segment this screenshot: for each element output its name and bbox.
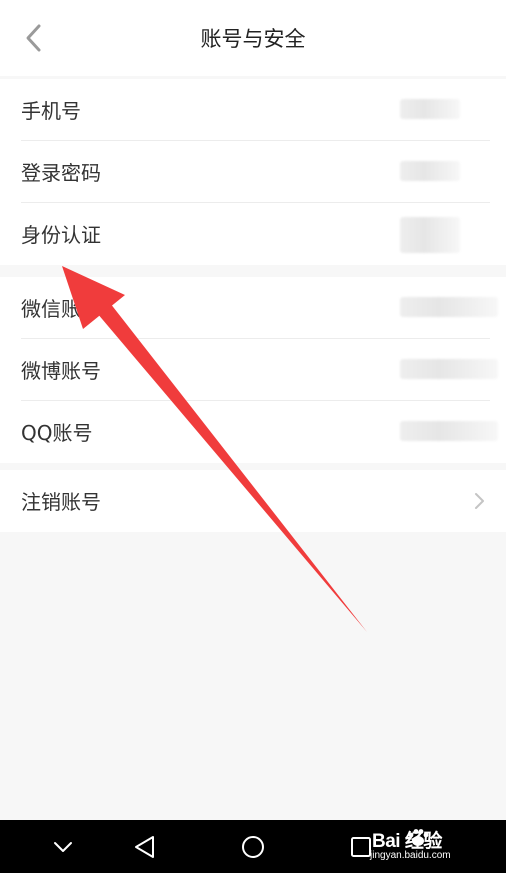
back-triangle-icon (135, 836, 154, 858)
row-label: 身份认证 (21, 223, 101, 247)
settings-group-identity: 手机号 登录密码 身份认证 (0, 79, 506, 265)
watermark: Bai 经验 jingyan.baidu.com (368, 826, 480, 866)
row-weibo-account[interactable]: 微博账号 (0, 339, 506, 401)
app-header: 账号与安全 (0, 0, 506, 76)
row-login-password[interactable]: 登录密码 (0, 141, 506, 203)
row-delete-account[interactable]: 注销账号 (0, 470, 506, 532)
nav-back-button[interactable] (120, 820, 170, 873)
redacted-value (400, 99, 460, 119)
redacted-value (400, 359, 498, 379)
settings-group-danger: 注销账号 (0, 470, 506, 532)
redacted-value (400, 421, 498, 441)
chevron-right-icon (475, 493, 484, 509)
row-phone-number[interactable]: 手机号 (0, 79, 506, 141)
nav-collapse-button[interactable] (38, 820, 88, 873)
row-qq-account[interactable]: QQ账号 (0, 401, 506, 463)
row-label: 注销账号 (21, 490, 101, 514)
page-title: 账号与安全 (200, 27, 306, 51)
redacted-value (400, 217, 460, 253)
watermark-url: jingyan.baidu.com (370, 850, 451, 861)
row-label: 登录密码 (21, 161, 101, 185)
row-wechat-account[interactable]: 微信账号 (0, 277, 506, 339)
row-label: 微博账号 (21, 359, 101, 383)
nav-home-button[interactable] (228, 820, 278, 873)
row-label: 微信账号 (21, 297, 101, 321)
redacted-value (400, 297, 498, 317)
collapse-icon (54, 842, 72, 852)
home-circle-icon (242, 836, 264, 858)
account-security-screen: 账号与安全 手机号 登录密码 身份认证 微信账号 微博账号 QQ账号 注销账号 … (0, 0, 506, 873)
paw-icon (408, 829, 429, 846)
row-identity-verification[interactable]: 身份认证 (0, 203, 506, 265)
row-label: QQ账号 (21, 421, 93, 445)
row-label: 手机号 (21, 99, 81, 123)
redacted-value (400, 161, 460, 181)
settings-group-linked-accounts: 微信账号 微博账号 QQ账号 (0, 277, 506, 463)
